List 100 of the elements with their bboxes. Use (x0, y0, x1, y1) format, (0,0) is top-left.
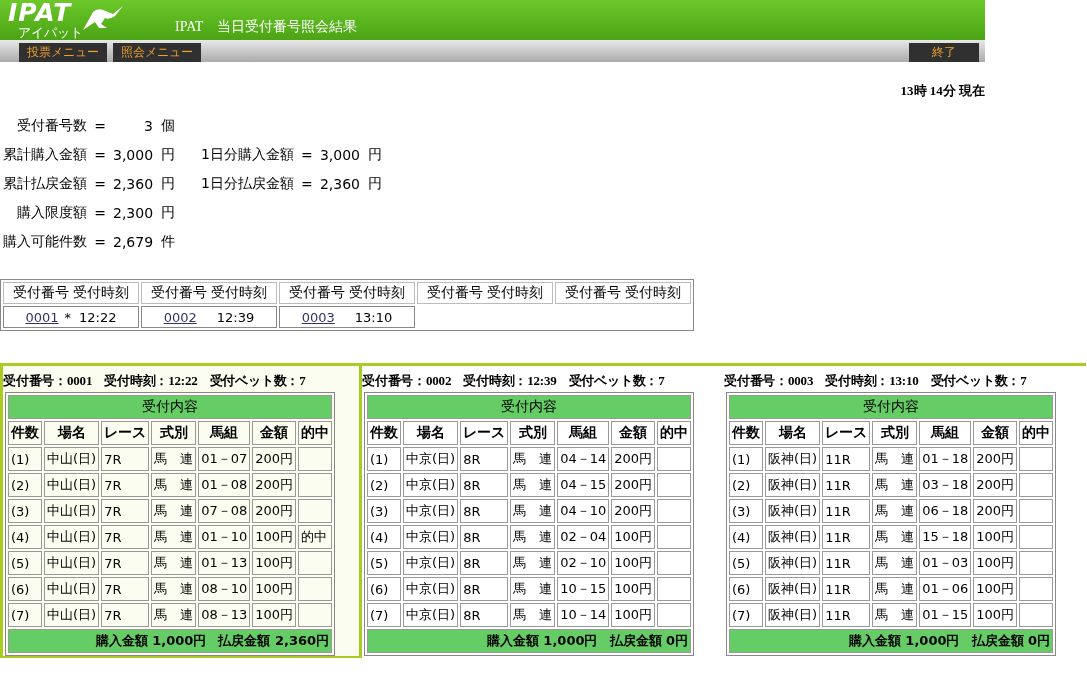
purchase-total: 購入金額 1,000円 (95, 633, 207, 648)
table-cell: 100円 (611, 525, 656, 549)
table-cell: 02－04 (557, 525, 610, 549)
summary-label: 累計払戻金額 (3, 175, 87, 193)
column-header: 馬組 (919, 421, 972, 445)
equals-sign: = (93, 205, 107, 221)
table-cell: 8R (460, 603, 509, 627)
table-cell: 8R (460, 525, 509, 549)
table-cell: 11R (822, 473, 871, 497)
unit-label: 個 (161, 117, 176, 135)
table-cell: (4) (367, 525, 401, 549)
table-cell: 中京(日) (403, 473, 459, 497)
receipt-number-link[interactable]: 0001 (25, 309, 59, 325)
table-cell: (2) (729, 473, 763, 497)
unit-label: 件 (161, 233, 176, 251)
table-cell: 8R (460, 577, 509, 601)
table-cell: 馬 連 (872, 603, 918, 627)
receipt-number-link[interactable]: 0003 (301, 309, 335, 325)
table-cell: 馬 連 (510, 473, 556, 497)
table-cell: 100円 (611, 551, 656, 575)
column-header: 馬組 (557, 421, 610, 445)
equals-sign: = (93, 147, 107, 163)
receipt-time: 13:10 (354, 309, 393, 325)
table-cell: (1) (367, 447, 401, 471)
table-cell: 01－15 (919, 603, 972, 627)
summary-value: 2,679 (113, 234, 155, 250)
table-cell: 中京(日) (403, 603, 459, 627)
table-cell: 7R (101, 473, 150, 497)
table-cell: 馬 連 (872, 447, 918, 471)
unit-label: 円 (161, 146, 176, 164)
table-cell: 馬 連 (151, 447, 197, 471)
column-header: 金額 (973, 421, 1018, 445)
column-header: 式別 (872, 421, 918, 445)
table-cell: 01－08 (198, 473, 251, 497)
table-cell: 10－14 (557, 603, 610, 627)
table-cell: (6) (8, 577, 42, 601)
receipt-number: 受付番号：0003 (724, 372, 814, 390)
table-cell: 200円 (252, 499, 297, 523)
table-cell: 7R (101, 447, 150, 471)
table-cell: 中山(日) (44, 499, 100, 523)
table-caption: 受付内容 (729, 395, 1054, 419)
table-cell: 08－13 (198, 603, 251, 627)
exit-button[interactable]: 終了 (909, 43, 979, 62)
logo-subtitle: アイパット (18, 26, 83, 40)
table-cell: 200円 (611, 473, 656, 497)
table-cell: 中京(日) (403, 525, 459, 549)
payout-total: 払戻金額 2,360円 (218, 633, 330, 648)
summary-value: 3,000 (319, 147, 361, 163)
table-cell: 阪神(日) (765, 499, 821, 523)
table-cell: 100円 (252, 577, 297, 601)
menu-button[interactable]: 投票メニュー (19, 43, 107, 62)
receipt-mark: * (64, 309, 72, 325)
summary-value: 3 (143, 118, 154, 134)
table-cell: (7) (367, 603, 401, 627)
summary-value: 2,300 (113, 205, 155, 221)
table-caption: 受付内容 (367, 395, 692, 419)
table-cell: 阪神(日) (765, 473, 821, 497)
payout-total: 払戻金額 0円 (609, 633, 689, 648)
table-cell: 中山(日) (44, 473, 100, 497)
table-cell: 中山(日) (44, 525, 100, 549)
receipt-time: 12:22 (79, 309, 117, 325)
table-cell: 馬 連 (510, 577, 556, 601)
table-cell: 馬 連 (151, 473, 197, 497)
table-cell: 中山(日) (44, 551, 100, 575)
table-cell: 200円 (611, 499, 656, 523)
table-cell: 04－10 (557, 499, 610, 523)
summary-value: 2,360 (319, 176, 361, 192)
table-cell: 阪神(日) (765, 577, 821, 601)
page-title: IPAT 当日受付番号照会結果 (175, 18, 358, 36)
table-cell: 阪神(日) (765, 603, 821, 627)
table-cell: 11R (822, 603, 871, 627)
table-cell: 02－10 (557, 551, 610, 575)
table-cell: 8R (460, 551, 509, 575)
table-cell: 中山(日) (44, 603, 100, 627)
payout-total: 払戻金額 0円 (971, 633, 1051, 648)
table-cell: 8R (460, 447, 509, 471)
table-cell: 01－13 (198, 551, 251, 575)
table-cell: 100円 (611, 603, 656, 627)
table-cell: 阪神(日) (765, 525, 821, 549)
table-cell: 馬 連 (510, 525, 556, 549)
table-cell: 01－03 (919, 551, 972, 575)
table-cell: 04－14 (557, 447, 610, 471)
table-cell: 的中 (298, 525, 333, 549)
summary-label: 累計購入金額 (3, 146, 87, 164)
table-cell: 11R (822, 499, 871, 523)
table-cell: (3) (367, 499, 401, 523)
table-cell: 中山(日) (44, 577, 100, 601)
column-header: 場名 (403, 421, 459, 445)
table-cell: (6) (729, 577, 763, 601)
receipt-number-link[interactable]: 0002 (163, 309, 197, 325)
table-cell: 馬 連 (872, 473, 918, 497)
table-caption: 受付内容 (8, 395, 333, 419)
column-header: レース (822, 421, 871, 445)
column-header: 式別 (151, 421, 197, 445)
menu-button[interactable]: 照会メニュー (113, 43, 201, 62)
table-cell: 11R (822, 525, 871, 549)
table-cell: (3) (729, 499, 763, 523)
table-cell: 馬 連 (151, 551, 197, 575)
table-cell: 100円 (252, 551, 297, 575)
table-cell: 馬 連 (872, 525, 918, 549)
